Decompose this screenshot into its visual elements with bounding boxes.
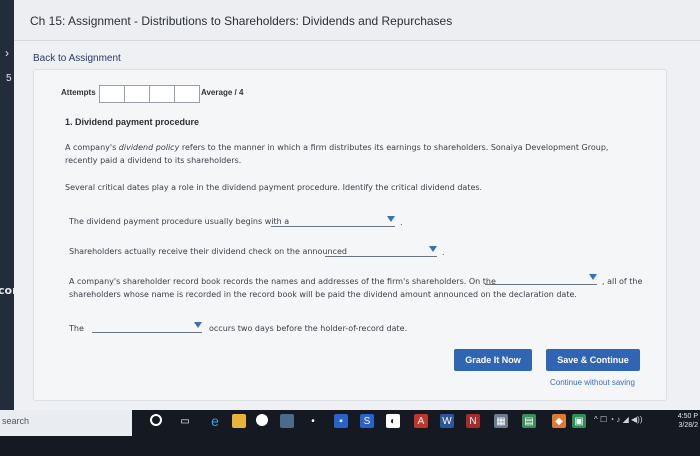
search-input[interactable]: search (0, 410, 132, 436)
chevron-icon[interactable]: › (5, 46, 9, 60)
sentence-1-text: The dividend payment procedure usually b… (69, 217, 290, 226)
cortana-icon[interactable] (150, 414, 162, 426)
intro-text: A company's (65, 143, 119, 152)
sentence-2-text: Shareholders actually receive their divi… (69, 247, 347, 256)
save-continue-button[interactable]: Save & Continue (546, 349, 640, 371)
title-bar: Ch 15: Assignment - Distributions to Sha… (14, 0, 700, 41)
app-icon[interactable]: ▣ (572, 414, 586, 428)
sentence-4-text: The (69, 324, 84, 333)
attempt-box (174, 85, 200, 103)
file-explorer-icon[interactable] (232, 414, 246, 428)
search-placeholder: search (2, 416, 30, 426)
dropdown-1[interactable] (271, 215, 395, 227)
word-icon[interactable]: W (440, 414, 454, 428)
chevron-down-icon (387, 216, 395, 222)
app-icon[interactable]: • (306, 414, 320, 428)
task-view-icon[interactable]: ▭ (178, 414, 192, 428)
store-icon[interactable] (280, 414, 294, 428)
chevron-down-icon (194, 322, 202, 328)
assignment-page: Ch 15: Assignment - Distributions to Sha… (14, 0, 700, 410)
question-intro: A company's dividend policy refers to th… (65, 141, 625, 167)
acrobat-icon[interactable]: A (414, 414, 428, 428)
edge-icon[interactable]: e (208, 413, 222, 429)
attempt-box (124, 85, 150, 103)
question-title: 1. Dividend payment procedure (65, 117, 200, 127)
clock[interactable]: 4:50 P 3/28/2 (678, 412, 698, 430)
intro-emphasis: dividend policy (118, 143, 180, 152)
chrome-icon[interactable] (256, 414, 268, 426)
question-card: Attempts Average / 4 1. Dividend payment… (33, 69, 667, 401)
mail-icon[interactable]: ▪ (334, 414, 348, 428)
sentence-4-end: occurs two days before the holder-of-rec… (209, 324, 408, 333)
sentence-2-end: . (442, 248, 445, 257)
attempts-indicator (99, 85, 200, 103)
attempts-label: Attempts (61, 88, 96, 97)
average-score: Average / 4 (201, 88, 244, 97)
question-instruction: Several critical dates play a role in th… (65, 183, 483, 192)
sidebar-number: 5 (6, 73, 12, 84)
attempt-box (99, 85, 125, 103)
page-title: Ch 15: Assignment - Distributions to Sha… (30, 14, 453, 28)
sentence-3-end: , all of the shareholders whose name is … (69, 277, 643, 299)
chevron-down-icon (429, 246, 437, 252)
back-to-assignment-link[interactable]: Back to Assignment (33, 53, 121, 64)
clock-date: 3/28/2 (678, 422, 698, 429)
clock-time: 4:50 P (677, 413, 698, 420)
onenote-icon[interactable]: N (466, 414, 480, 428)
taskbar: search ▭ e • ▪ S ◐ A W N ▦ ▤ ◆ ▣ ^ ☐ ◔ ♪… (0, 410, 700, 456)
grade-it-now-button[interactable]: Grade It Now (454, 349, 532, 371)
app-icon[interactable]: S (360, 414, 374, 428)
dropdown-4[interactable] (92, 321, 202, 333)
app-icon[interactable]: ◐ (386, 414, 400, 428)
sentence-1-end: . (400, 218, 403, 227)
attempt-box (149, 85, 175, 103)
dropdown-2[interactable] (325, 245, 437, 257)
system-tray-icons[interactable]: ^ ☐ ◔ ♪ ◢ ◀)) (594, 415, 643, 424)
app-icon[interactable]: ◆ (552, 414, 566, 428)
app-icon[interactable]: ▤ (522, 414, 536, 428)
calculator-icon[interactable]: ▦ (494, 414, 508, 428)
continue-without-saving-link[interactable]: Continue without saving (550, 378, 635, 387)
